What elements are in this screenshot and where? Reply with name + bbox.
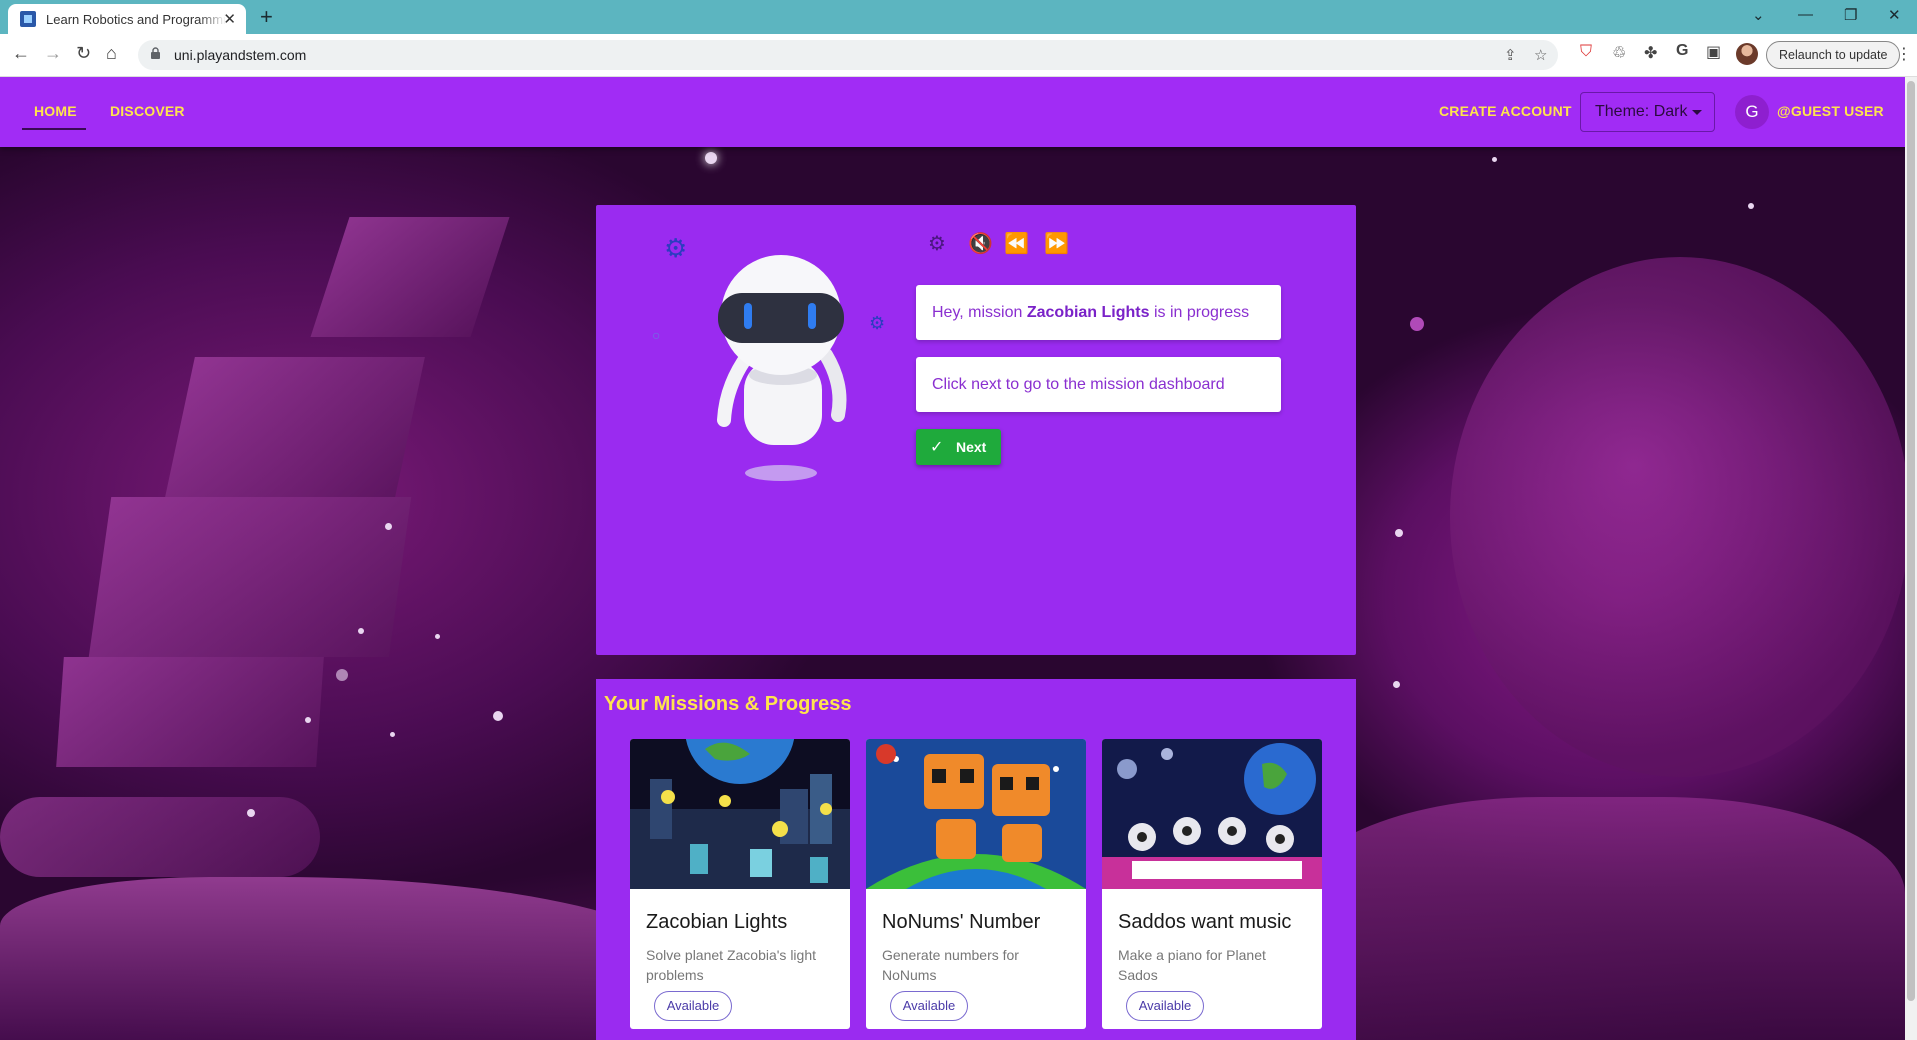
mountain-decoration (1300, 797, 1905, 1040)
mission-card-description: Generate numbers for NoNums (882, 947, 1019, 983)
mission-card-zacobian-lights[interactable]: Zacobian Lights Solve planet Zacobia's l… (630, 739, 850, 1029)
star-decoration (247, 809, 255, 817)
app-bar: HOME DISCOVER CREATE ACCOUNT Theme: Dark… (0, 77, 1905, 147)
mission-card-title: Saddos want music (1118, 911, 1292, 933)
relaunch-to-update-button[interactable]: Relaunch to update (1766, 41, 1901, 69)
next-button[interactable]: ✓ Next (916, 429, 1001, 465)
new-tab-button[interactable]: + (260, 4, 273, 30)
home-icon[interactable]: ⌂ (106, 43, 117, 64)
rewind-icon[interactable]: ⏪ (1004, 231, 1029, 256)
star-decoration (1395, 529, 1403, 537)
browser-toolbar: ← → ↻ ⌂ uni.playandstem.com ⇪ ☆ ⛉ ♲ ✤ G … (0, 34, 1917, 77)
browser-tab[interactable]: Learn Robotics and Programmin ✕ (8, 4, 246, 34)
planet-decoration (1450, 257, 1905, 777)
star-decoration (390, 732, 395, 737)
nav-active-indicator (22, 128, 86, 130)
page-scrollbar[interactable] (1905, 77, 1917, 1040)
scrollbar-thumb[interactable] (1907, 81, 1915, 1001)
mission-card-saddos-want-music[interactable]: Saddos want music Make a piano for Plane… (1102, 739, 1322, 1029)
site-favicon-icon (20, 11, 36, 27)
mission-status-badge[interactable]: Available (890, 991, 968, 1021)
user-avatar[interactable]: G (1735, 95, 1769, 129)
mission-image-saddos (1102, 739, 1322, 889)
create-account-link[interactable]: CREATE ACCOUNT (1439, 103, 1572, 119)
star-decoration (705, 152, 717, 164)
rock-decoration (165, 357, 425, 497)
window-close-icon[interactable]: ✕ (1888, 6, 1901, 24)
mission-card-description: Make a piano for Planet Sados (1118, 947, 1266, 983)
mission-image-zacobian (630, 739, 850, 889)
missions-title: Your Missions & Progress (604, 693, 852, 715)
mission-status-badge[interactable]: Available (654, 991, 732, 1021)
star-decoration (435, 634, 440, 639)
assistant-message-next-hint: Click next to go to the mission dashboar… (916, 357, 1281, 412)
assistant-panel: ⚙ ⚙ ○ ⚙ 🔇 ⏪ ⏩ Hey, mission Zacobian Ligh… (596, 205, 1356, 655)
assistant-message-mission-status: Hey, mission Zacobian Lights is in progr… (916, 285, 1281, 340)
forward-icon[interactable]: → (44, 43, 62, 64)
back-icon[interactable]: ← (12, 43, 30, 64)
mission-card-description: Solve planet Zacobia's light problems (646, 947, 816, 983)
restore-icon[interactable]: ❐ (1844, 6, 1857, 24)
page-background: HOME DISCOVER CREATE ACCOUNT Theme: Dark… (0, 77, 1905, 1040)
dropdown-caret-icon (1692, 110, 1702, 115)
url-text: uni.playandstem.com (174, 47, 307, 63)
mute-icon[interactable]: 🔇 (968, 231, 993, 256)
browser-profile-avatar[interactable] (1736, 43, 1758, 65)
star-decoration (358, 628, 364, 634)
checkmark-icon: ✓ (930, 439, 944, 456)
lock-icon (151, 47, 160, 59)
tab-close-icon[interactable]: ✕ (223, 10, 236, 28)
share-icon[interactable]: ⇪ (1504, 46, 1517, 64)
tab-title: Learn Robotics and Programmin (46, 11, 226, 27)
mission-card-title: NoNums' Number (882, 911, 1041, 933)
side-panel-icon[interactable]: ▣ (1706, 42, 1721, 62)
reload-icon[interactable]: ↻ (76, 43, 91, 64)
user-name-link[interactable]: @GUEST USER (1777, 103, 1884, 119)
rock-decoration (310, 217, 510, 337)
star-decoration (305, 717, 311, 723)
rock-decoration (56, 657, 324, 767)
browser-tab-strip: Learn Robotics and Programmin ✕ + ⌄ — ❐ … (0, 0, 1917, 34)
shield-extension-icon[interactable]: ⛉ (1580, 43, 1592, 61)
extensions-puzzle-icon[interactable]: ✤ (1644, 43, 1657, 63)
mission-card-title: Zacobian Lights (646, 911, 788, 933)
mission-status-badge[interactable]: Available (1126, 991, 1204, 1021)
star-decoration (336, 669, 348, 681)
star-decoration (1410, 317, 1424, 331)
message-mission-name: Zacobian Lights (1026, 304, 1150, 321)
minimize-icon[interactable]: — (1798, 6, 1813, 23)
browser-menu-icon[interactable]: ⋮ (1896, 44, 1912, 64)
theme-select[interactable]: Theme: Dark (1580, 92, 1715, 132)
message-text-prefix: Hey, mission (932, 304, 1027, 321)
address-bar[interactable]: uni.playandstem.com ⇪ ☆ (138, 40, 1558, 70)
next-button-label: Next (956, 439, 987, 455)
mission-card-nonums-number[interactable]: NoNums' Number Generate numbers for NoNu… (866, 739, 1086, 1029)
star-decoration (493, 711, 503, 721)
nav-home[interactable]: HOME (34, 103, 77, 119)
bookmark-star-icon[interactable]: ☆ (1534, 46, 1547, 64)
mountain-decoration (0, 877, 700, 1040)
star-decoration (1393, 681, 1400, 688)
rock-decoration (0, 797, 320, 877)
message-text-suffix: is in progress (1149, 304, 1250, 321)
theme-select-value: Theme: Dark (1595, 103, 1688, 120)
star-decoration (1492, 157, 1497, 162)
robot-mascot (717, 255, 847, 481)
google-extension-icon[interactable]: G (1676, 42, 1688, 60)
mission-image-nonums (866, 739, 1086, 889)
missions-section: Your Missions & Progress Zacobian Lights… (596, 679, 1356, 1040)
settings-gear-icon[interactable]: ⚙ (928, 231, 946, 256)
tab-search-icon[interactable]: ⌄ (1752, 6, 1765, 24)
fast-forward-icon[interactable]: ⏩ (1044, 231, 1069, 256)
nav-discover[interactable]: DISCOVER (110, 103, 185, 119)
recycle-extension-icon[interactable]: ♲ (1612, 43, 1626, 63)
star-decoration (385, 523, 392, 530)
ring-decoration-icon: ○ (652, 327, 661, 343)
star-decoration (1748, 203, 1754, 209)
